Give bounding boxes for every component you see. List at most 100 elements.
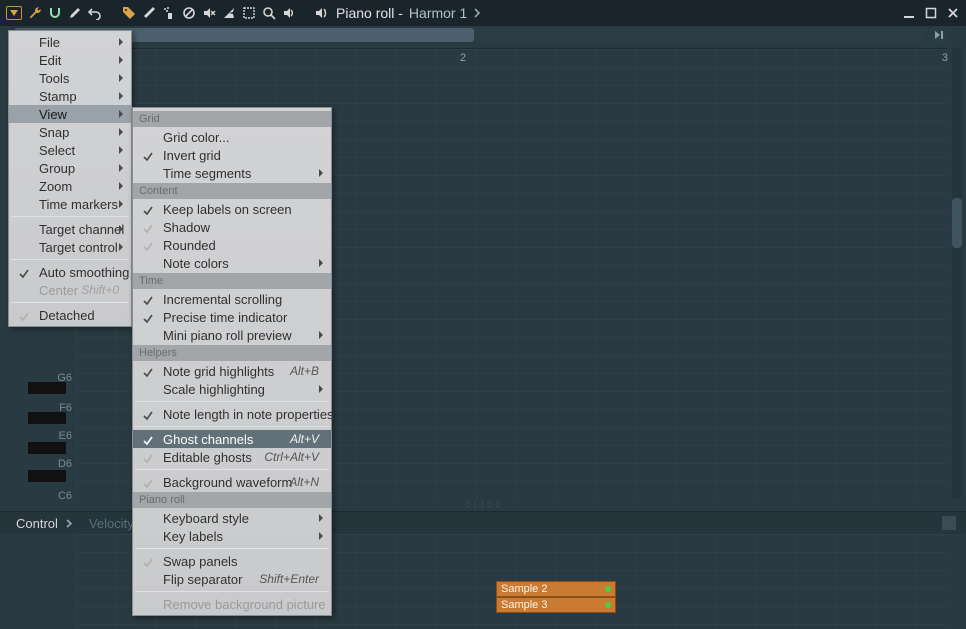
menu-note-colors[interactable]: Note colors bbox=[133, 254, 331, 272]
menu-file[interactable]: File bbox=[9, 33, 131, 51]
check-icon bbox=[143, 240, 153, 250]
menu-view[interactable]: View bbox=[9, 105, 131, 123]
key-label: E6 bbox=[59, 430, 72, 442]
minimize-button[interactable] bbox=[902, 6, 916, 20]
section-grid: Grid bbox=[133, 111, 331, 127]
view-submenu: Grid Grid color... Invert grid Time segm… bbox=[132, 107, 332, 616]
zoom-icon[interactable] bbox=[262, 6, 276, 20]
sample-clip[interactable]: Sample 3 bbox=[496, 597, 616, 613]
check-icon bbox=[19, 267, 29, 277]
maximize-button[interactable] bbox=[924, 6, 938, 20]
menu-target-channel[interactable]: Target channel bbox=[9, 220, 131, 238]
menu-shadow[interactable]: Shadow bbox=[133, 218, 331, 236]
menu-scale-highlighting[interactable]: Scale highlighting bbox=[133, 380, 331, 398]
sample-label: Sample 3 bbox=[501, 599, 547, 611]
menu-edit[interactable]: Edit bbox=[9, 51, 131, 69]
menu-grid-color[interactable]: Grid color... bbox=[133, 128, 331, 146]
menu-editable-ghosts[interactable]: Editable ghostsCtrl+Alt+V bbox=[133, 448, 331, 466]
menu-mini-preview[interactable]: Mini piano roll preview bbox=[133, 326, 331, 344]
section-content: Content bbox=[133, 183, 331, 199]
titlebar: Piano roll - Harmor 1 bbox=[0, 0, 966, 26]
sample-label: Sample 2 bbox=[501, 583, 547, 595]
menu-key-labels[interactable]: Key labels bbox=[133, 527, 331, 545]
spray-icon[interactable] bbox=[162, 6, 176, 20]
section-pianoroll: Piano roll bbox=[133, 492, 331, 508]
menu-select[interactable]: Select bbox=[9, 141, 131, 159]
slice-icon[interactable] bbox=[222, 6, 236, 20]
options-menu-button[interactable] bbox=[6, 6, 22, 20]
sample-clip[interactable]: Sample 2 bbox=[496, 581, 616, 597]
menu-keyboard-style[interactable]: Keyboard style bbox=[133, 509, 331, 527]
control-panel-collapse[interactable] bbox=[942, 516, 956, 530]
menu-time-markers[interactable]: Time markers bbox=[9, 195, 131, 213]
erase-icon[interactable] bbox=[182, 6, 196, 20]
black-key[interactable] bbox=[28, 470, 66, 482]
menu-stamp[interactable]: Stamp bbox=[9, 87, 131, 105]
control-label: Control bbox=[16, 516, 58, 531]
tag-icon[interactable] bbox=[122, 6, 136, 20]
piano-roll-main-menu: File Edit Tools Stamp View Snap Select G… bbox=[8, 30, 132, 327]
timeline-end-button[interactable] bbox=[932, 28, 946, 42]
play-icon[interactable] bbox=[282, 6, 296, 20]
menu-auto-smoothing[interactable]: Auto smoothing bbox=[9, 263, 131, 281]
menu-snap[interactable]: Snap bbox=[9, 123, 131, 141]
section-time: Time bbox=[133, 273, 331, 289]
key-label: D6 bbox=[58, 458, 72, 470]
vertical-scrollbar-thumb[interactable] bbox=[952, 198, 962, 248]
sample-active-dot bbox=[605, 602, 611, 608]
menu-incremental-scrolling[interactable]: Incremental scrolling bbox=[133, 290, 331, 308]
menu-ghost-channels[interactable]: Ghost channelsAlt+V bbox=[133, 430, 331, 448]
vertical-scrollbar[interactable] bbox=[952, 48, 962, 499]
title-right: Harmor 1 bbox=[409, 5, 467, 21]
pencil-icon[interactable] bbox=[68, 6, 82, 20]
check-icon bbox=[19, 310, 29, 320]
title-chevron-icon[interactable] bbox=[473, 8, 481, 18]
menu-note-length-prop[interactable]: Note length in note properties bbox=[133, 405, 331, 423]
menu-note-highlights[interactable]: Note grid highlightsAlt+B bbox=[133, 362, 331, 380]
speaker-title-icon bbox=[314, 6, 328, 20]
menu-remove-bg-picture[interactable]: Remove background picture bbox=[133, 595, 331, 613]
select-icon[interactable] bbox=[242, 6, 256, 20]
menu-zoom[interactable]: Zoom bbox=[9, 177, 131, 195]
check-icon bbox=[143, 409, 153, 419]
mute-icon[interactable] bbox=[202, 6, 216, 20]
check-icon bbox=[143, 452, 153, 462]
menu-background-waveform[interactable]: Background waveformAlt+N bbox=[133, 473, 331, 491]
menu-tools[interactable]: Tools bbox=[9, 69, 131, 87]
menu-detached[interactable]: Detached bbox=[9, 306, 131, 324]
menu-group[interactable]: Group bbox=[9, 159, 131, 177]
check-icon bbox=[143, 366, 153, 376]
check-icon bbox=[143, 556, 153, 566]
sample-active-dot bbox=[605, 586, 611, 592]
menu-time-segments[interactable]: Time segments bbox=[133, 164, 331, 182]
brush-icon[interactable] bbox=[142, 6, 156, 20]
menu-precise-time[interactable]: Precise time indicator bbox=[133, 308, 331, 326]
menu-target-control[interactable]: Target control bbox=[9, 238, 131, 256]
black-key[interactable] bbox=[28, 382, 66, 394]
menu-keep-labels[interactable]: Keep labels on screen bbox=[133, 200, 331, 218]
check-icon bbox=[143, 477, 153, 487]
title-left: Piano roll - bbox=[336, 5, 403, 21]
velocity-label: Velocity bbox=[89, 516, 134, 531]
menu-rounded[interactable]: Rounded bbox=[133, 236, 331, 254]
magnet-icon[interactable] bbox=[48, 6, 62, 20]
key-label: C6 bbox=[58, 490, 72, 502]
black-key[interactable] bbox=[28, 442, 66, 454]
timeline-scrollbar[interactable] bbox=[14, 28, 926, 42]
close-button[interactable] bbox=[946, 6, 960, 20]
menu-flip-separator[interactable]: Flip separatorShift+Enter bbox=[133, 570, 331, 588]
menu-invert-grid[interactable]: Invert grid bbox=[133, 146, 331, 164]
check-icon bbox=[143, 434, 153, 444]
control-chevron-icon[interactable] bbox=[66, 519, 73, 528]
menu-swap-panels[interactable]: Swap panels bbox=[133, 552, 331, 570]
check-icon bbox=[143, 312, 153, 322]
black-key[interactable] bbox=[28, 412, 66, 424]
bar-number: 2 bbox=[460, 52, 466, 64]
undo-icon[interactable] bbox=[88, 6, 102, 20]
panel-drag-handle[interactable]: : : : : : bbox=[466, 499, 500, 510]
check-icon bbox=[143, 222, 153, 232]
menu-center[interactable]: CenterShift+0 bbox=[9, 281, 131, 299]
wrench-icon[interactable] bbox=[28, 6, 42, 20]
section-helpers: Helpers bbox=[133, 345, 331, 361]
window-title: Piano roll - Harmor 1 bbox=[336, 5, 481, 21]
